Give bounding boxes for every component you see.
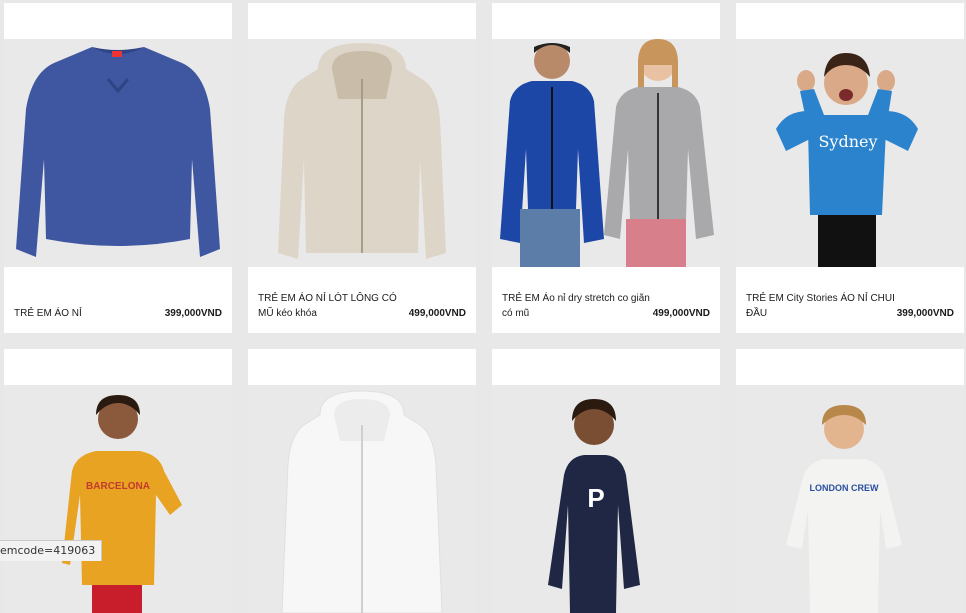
card-top-space — [4, 349, 232, 385]
barcelona-kid-image: BARCELONA — [62, 395, 182, 613]
product-image[interactable] — [492, 39, 720, 267]
product-card[interactable]: BARCELONA — [4, 349, 232, 613]
white-hoodie-image — [281, 390, 443, 613]
london-crew-kid-image: LONDON CREW — [786, 405, 902, 613]
card-top-space — [4, 3, 232, 39]
product-card[interactable]: TRẺ EM ÁO NỈ LÓT LÔNG CÓ MŨ kéo khóa 499… — [248, 3, 476, 333]
product-info: TRẺ EM City Stories ÁO NỈ CHUI ĐẦU 399,0… — [736, 267, 964, 333]
product-image[interactable] — [4, 39, 232, 267]
navy-sweatshirt-image — [16, 47, 220, 257]
card-top-space — [492, 349, 720, 385]
card-top-space — [736, 349, 964, 385]
product-price: 499,000VND — [652, 308, 710, 319]
card-top-space — [248, 3, 476, 39]
navy-p-kid-image: P — [548, 399, 640, 613]
status-bar: emcode=419063 — [0, 540, 103, 561]
product-card[interactable]: TRẺ EM Áo nỉ dry stretch co giãn có mũ 4… — [492, 3, 720, 333]
product-image[interactable] — [248, 385, 476, 613]
product-info: TRẺ EM Áo nỉ dry stretch co giãn có mũ 4… — [492, 267, 720, 333]
product-card[interactable] — [248, 349, 476, 613]
product-name[interactable]: TRẺ EM Áo nỉ dry stretch co giãn có mũ — [502, 291, 652, 321]
product-name[interactable]: TRẺ EM ÁO NỈ — [14, 306, 164, 321]
product-info: TRẺ EM ÁO NỈ 399,000VND — [4, 267, 232, 333]
product-name[interactable]: TRẺ EM ÁO NỈ LÓT LÔNG CÓ MŨ kéo khóa — [258, 291, 408, 321]
product-image[interactable]: LONDON CREW — [736, 385, 964, 613]
card-top-space — [492, 3, 720, 39]
product-price: 499,000VND — [408, 308, 466, 319]
product-image[interactable] — [248, 39, 476, 267]
print-text: BARCELONA — [86, 481, 150, 492]
card-top-space — [736, 3, 964, 39]
beige-hoodie-image — [278, 43, 446, 259]
product-info: TRẺ EM ÁO NỈ LÓT LÔNG CÓ MŨ kéo khóa 499… — [248, 267, 476, 333]
print-text: Sydney — [818, 132, 877, 151]
card-top-space — [248, 349, 476, 385]
product-card[interactable]: LONDON CREW — [736, 349, 964, 613]
product-price: 399,000VND — [164, 308, 222, 319]
print-text: P — [587, 483, 604, 513]
product-card[interactable]: Sydney TRẺ EM City Stories ÁO NỈ CHUI ĐẦ… — [736, 3, 964, 333]
product-card[interactable]: TRẺ EM ÁO NỈ 399,000VND — [4, 3, 232, 333]
print-text: LONDON CREW — [810, 483, 879, 493]
kids-hoodies-image — [500, 39, 714, 267]
product-image[interactable]: BARCELONA — [4, 385, 232, 613]
product-image[interactable]: P — [492, 385, 720, 613]
product-image[interactable]: Sydney — [736, 39, 964, 267]
product-price: 399,000VND — [896, 308, 954, 319]
sydney-kid-image: Sydney — [776, 53, 918, 267]
product-card[interactable]: P — [492, 349, 720, 613]
product-name[interactable]: TRẺ EM City Stories ÁO NỈ CHUI ĐẦU — [746, 291, 896, 321]
